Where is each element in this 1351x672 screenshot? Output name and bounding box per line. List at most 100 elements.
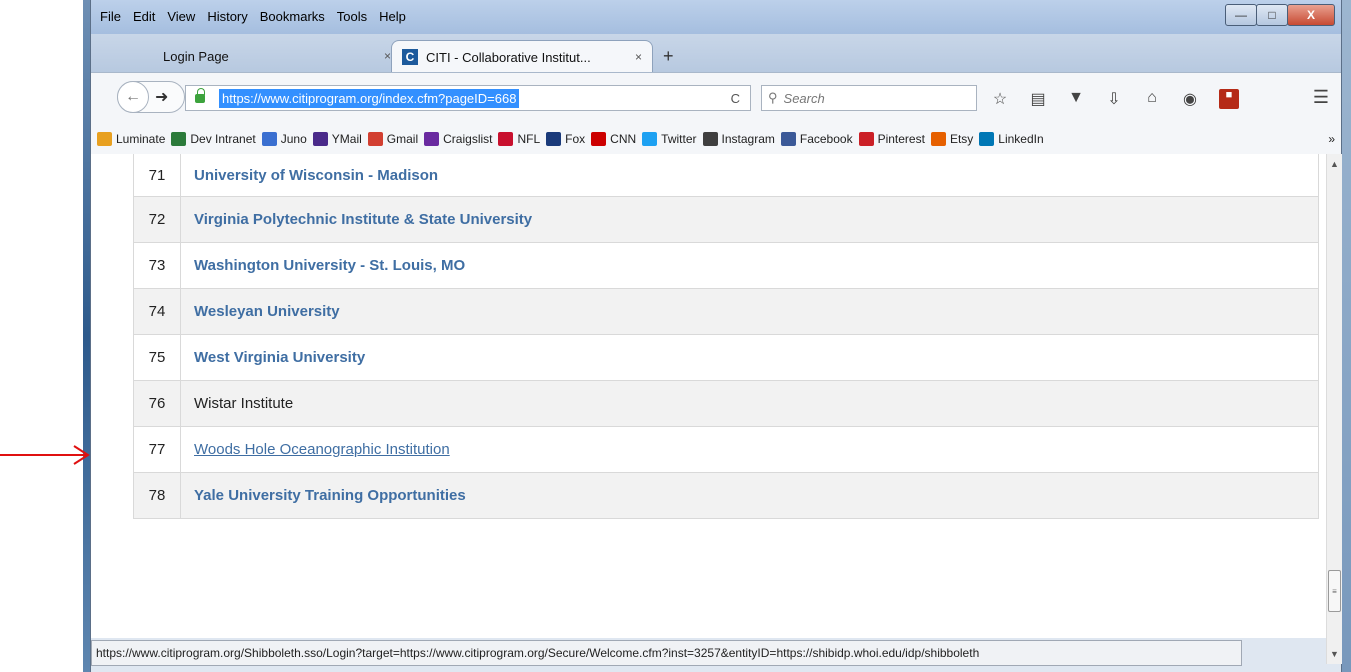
row-number: 74	[134, 289, 181, 334]
row-number: 73	[134, 243, 181, 288]
institution-link[interactable]: West Virginia University	[181, 349, 365, 366]
bookmark-dev-intranet[interactable]: Dev Intranet	[171, 132, 256, 146]
pocket-icon[interactable]: ▼	[1067, 89, 1085, 109]
bookmark-label: Etsy	[949, 132, 974, 146]
chat-icon[interactable]: ◉	[1181, 89, 1199, 109]
bookmark-twitter[interactable]: Twitter	[642, 132, 697, 146]
reload-icon[interactable]: C	[731, 91, 740, 106]
extension-icon[interactable]: ■	[1219, 89, 1239, 109]
scroll-up-icon[interactable]: ▲	[1330, 159, 1339, 169]
tab-login-page[interactable]: Login Page ×	[151, 40, 391, 72]
close-button[interactable]: X	[1287, 4, 1335, 26]
bookmark-cnn[interactable]: CNN	[591, 132, 636, 146]
row-number: 75	[134, 335, 181, 380]
bookmark-fox[interactable]: Fox	[546, 132, 585, 146]
juno-icon	[261, 132, 277, 146]
url-text[interactable]: https://www.citiprogram.org/index.cfm?pa…	[219, 88, 520, 108]
bookmark-instagram[interactable]: Instagram	[702, 132, 775, 146]
bookmark-pinterest[interactable]: Pinterest	[858, 132, 925, 146]
row-number: 77	[134, 427, 181, 472]
fox-icon	[546, 132, 562, 146]
institution-link[interactable]: Woods Hole Oceanographic Institution	[181, 441, 450, 458]
citi-favicon-icon: C	[402, 49, 418, 65]
table-row: 73 Washington University - St. Louis, MO	[134, 242, 1318, 288]
red-arrow-annotation	[0, 445, 90, 465]
download-icon[interactable]: ⇩	[1105, 89, 1123, 109]
close-tab-icon[interactable]: ×	[635, 50, 642, 64]
table-row: 75 West Virginia University	[134, 334, 1318, 380]
bookmark-label: NFL	[517, 132, 541, 146]
bookmark-luminate[interactable]: Luminate	[97, 132, 165, 146]
minimize-button[interactable]: —	[1225, 4, 1257, 26]
gmail-icon	[367, 132, 383, 146]
search-placeholder: Search	[783, 90, 825, 106]
menu-history[interactable]: History	[206, 9, 248, 24]
table-row: 76 Wistar Institute	[134, 380, 1318, 426]
institution-link[interactable]: University of Wisconsin - Madison	[181, 167, 438, 184]
tab-label: CITI - Collaborative Institut...	[426, 49, 591, 65]
luminate-icon	[97, 132, 112, 146]
cnn-icon	[591, 132, 607, 146]
back-button[interactable]: ←	[117, 81, 149, 113]
new-tab-button[interactable]: +	[663, 46, 674, 67]
bookmarks-overflow-icon[interactable]: »	[1328, 132, 1335, 146]
close-tab-icon[interactable]: ×	[384, 49, 391, 63]
reading-list-icon[interactable]: ▤	[1029, 89, 1047, 109]
nfl-icon	[498, 132, 514, 146]
institution-link[interactable]: Washington University - St. Louis, MO	[181, 257, 465, 274]
menu-view[interactable]: View	[166, 9, 196, 24]
scroll-down-icon[interactable]: ▼	[1330, 649, 1339, 659]
menu-file[interactable]: File	[99, 9, 122, 24]
bookmark-nfl[interactable]: NFL	[498, 132, 540, 146]
institution-link[interactable]: Wesleyan University	[181, 303, 340, 320]
row-number: 71	[134, 154, 181, 196]
bookmark-label: Twitter	[661, 132, 697, 146]
scroll-thumb[interactable]: ≡	[1328, 570, 1341, 612]
bookmarks-bar: Luminate Dev Intranet Juno YMail Gmail Craigs…	[91, 124, 1341, 155]
bookmark-juno[interactable]: Juno	[261, 132, 307, 146]
bookmark-label: Luminate	[116, 132, 166, 146]
institution-link[interactable]: Yale University Training Opportunities	[181, 487, 466, 504]
browser-window: File Edit View History Bookmarks Tools Help — …	[90, 0, 1342, 672]
status-bar: https://www.citiprogram.org/Shibboleth.s…	[91, 640, 1242, 666]
row-number: 78	[134, 473, 181, 518]
table-row: 74 Wesleyan University	[134, 288, 1318, 334]
url-bar[interactable]: https://www.citiprogram.org/index.cfm?pa…	[185, 85, 751, 111]
institution-link[interactable]: Virginia Polytechnic Institute & State U…	[181, 211, 532, 228]
bookmark-label: LinkedIn	[998, 132, 1044, 146]
bookmark-gmail[interactable]: Gmail	[367, 132, 419, 146]
table-row: 78 Yale University Training Opportunities	[134, 472, 1318, 518]
menu-help[interactable]: Help	[378, 9, 407, 24]
toolbar-icons: ☆ ▤ ▼ ⇩ ⌂ ◉ ■	[991, 89, 1239, 109]
bookmark-ymail[interactable]: YMail	[312, 132, 362, 146]
bookmark-facebook[interactable]: Facebook	[780, 132, 853, 146]
menu-bookmarks[interactable]: Bookmarks	[259, 9, 326, 24]
lock-icon	[195, 87, 205, 103]
bookmark-label: Juno	[280, 132, 307, 146]
institution-table: 71 University of Wisconsin - Madison 72 Vir…	[133, 154, 1319, 519]
bookmark-label: Gmail	[386, 132, 419, 146]
instagram-icon	[702, 132, 718, 146]
bookmark-etsy[interactable]: Etsy	[930, 132, 974, 146]
maximize-button[interactable]: □	[1256, 4, 1288, 26]
linkedin-icon	[979, 132, 995, 146]
facebook-icon	[780, 132, 796, 146]
search-box[interactable]: ⚲ Search	[761, 85, 977, 111]
tab-citi[interactable]: C CITI - Collaborative Institut... ×	[391, 40, 653, 73]
bookmark-craigslist[interactable]: Craigslist	[424, 132, 492, 146]
menu-tools[interactable]: Tools	[336, 9, 368, 24]
window-controls: — □ X	[1225, 4, 1335, 26]
menu-edit[interactable]: Edit	[132, 9, 156, 24]
vertical-scrollbar[interactable]: ▲ ≡ ▼	[1326, 154, 1342, 664]
menu-hamburger-icon[interactable]: ☰	[1313, 87, 1329, 108]
bookmark-star-icon[interactable]: ☆	[991, 89, 1009, 109]
bookmark-label: Fox	[565, 132, 586, 146]
bookmark-linkedin[interactable]: LinkedIn	[979, 132, 1044, 146]
home-icon[interactable]: ⌂	[1143, 89, 1161, 109]
forward-button[interactable]: ➜	[155, 87, 168, 107]
table-row: 71 University of Wisconsin - Madison	[134, 154, 1318, 196]
twitter-icon	[642, 132, 658, 146]
row-number: 72	[134, 197, 181, 242]
back-forward-group: ← ➜	[117, 81, 185, 113]
dev-intranet-icon	[171, 132, 187, 146]
